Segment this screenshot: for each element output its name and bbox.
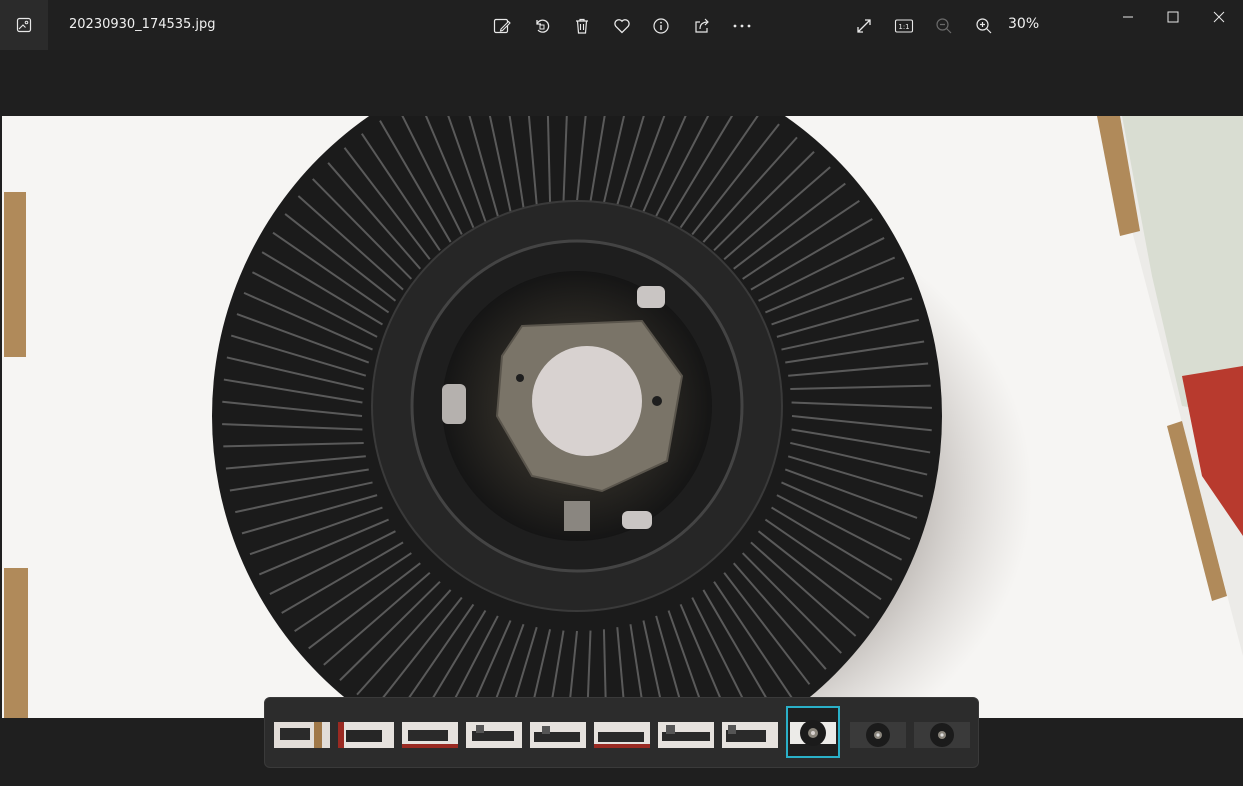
thumbnail[interactable] <box>338 722 394 748</box>
thumbnail[interactable] <box>466 722 522 748</box>
heart-icon[interactable] <box>609 13 635 39</box>
edit-image-icon[interactable] <box>489 13 515 39</box>
zoom-in-icon[interactable] <box>971 13 997 39</box>
thumbnail[interactable] <box>530 722 586 748</box>
thumbnail[interactable] <box>658 722 714 748</box>
title-bar: 20230930_174535.jpg 1:1 30% <box>0 0 1243 50</box>
more-icon[interactable] <box>729 13 755 39</box>
thumbnail[interactable] <box>722 722 778 748</box>
thumbnail[interactable] <box>274 722 330 748</box>
actual-size-label: 1:1 <box>898 23 909 31</box>
thumbnail[interactable] <box>402 722 458 748</box>
rotate-icon[interactable] <box>529 13 555 39</box>
info-icon[interactable] <box>648 13 674 39</box>
actual-size-icon[interactable]: 1:1 <box>891 13 917 39</box>
thumbnail[interactable] <box>914 722 970 748</box>
zoom-out-icon[interactable] <box>931 13 957 39</box>
thumbnail[interactable] <box>594 722 650 748</box>
trash-icon[interactable] <box>569 13 595 39</box>
thumbnail[interactable] <box>850 722 906 748</box>
file-name: 20230930_174535.jpg <box>69 17 216 32</box>
thumbnail-selected[interactable] <box>786 706 840 758</box>
photo-viewport[interactable] <box>2 116 1243 718</box>
maximize-button[interactable] <box>1155 6 1191 28</box>
photo-image <box>2 116 1243 718</box>
close-button[interactable] <box>1201 6 1237 28</box>
zoom-level[interactable]: 30% <box>1008 16 1039 32</box>
filmstrip <box>264 697 979 768</box>
minimize-button[interactable] <box>1110 6 1146 28</box>
fullscreen-icon[interactable] <box>851 13 877 39</box>
photos-app-icon[interactable] <box>0 0 48 50</box>
share-icon[interactable] <box>689 13 715 39</box>
